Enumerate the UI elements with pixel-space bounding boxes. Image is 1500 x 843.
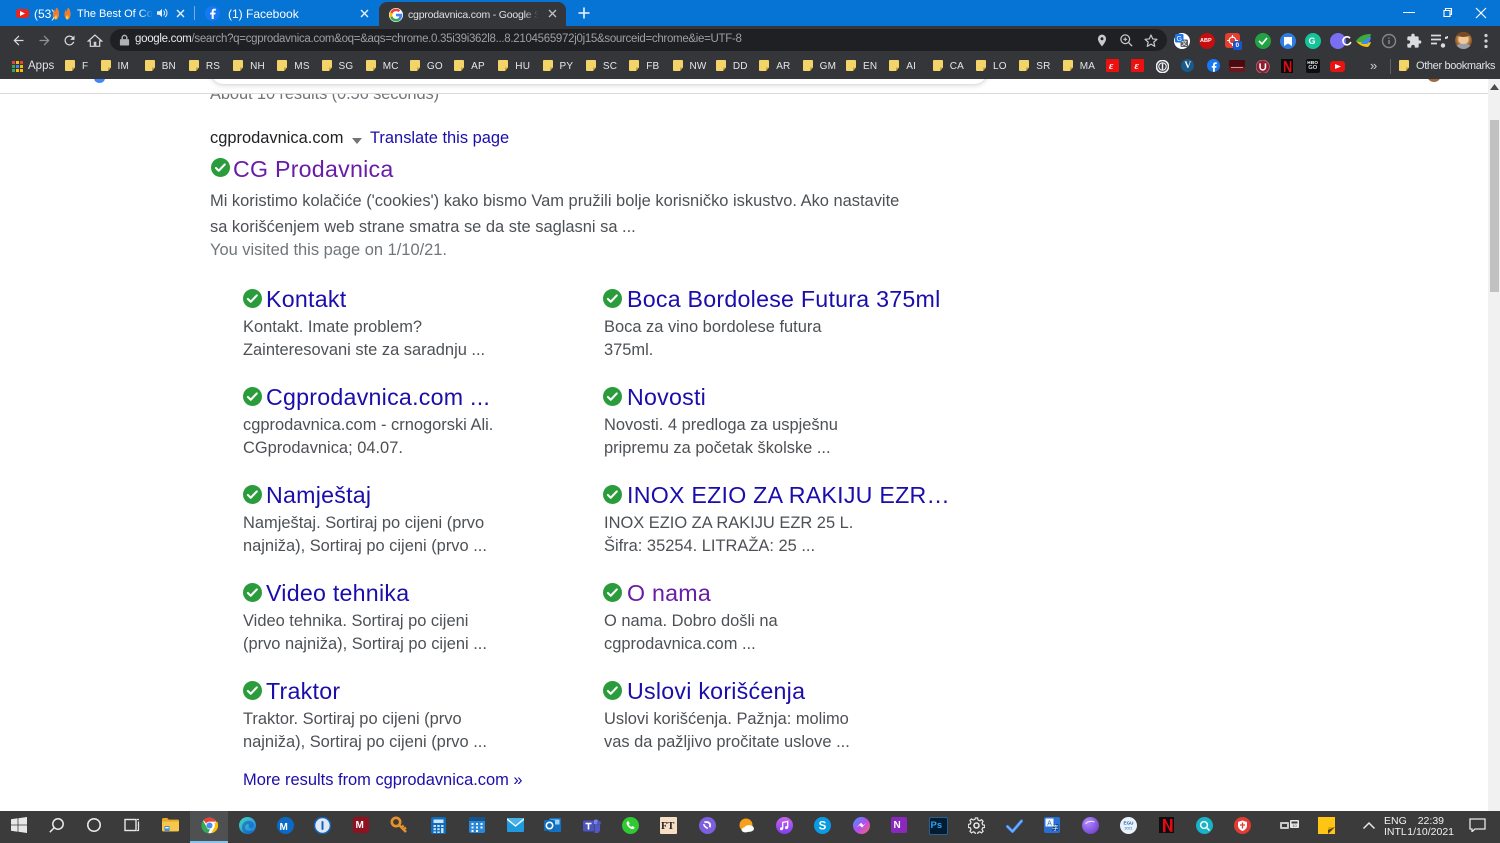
svg-text:文: 文 xyxy=(1181,39,1187,47)
svg-text:字: 字 xyxy=(1052,823,1059,832)
svg-text:EGU: EGU xyxy=(1123,821,1134,826)
svg-text:S: S xyxy=(818,821,826,833)
svg-text:2021: 2021 xyxy=(1124,827,1132,831)
svg-text:10: 10 xyxy=(1292,823,1297,828)
